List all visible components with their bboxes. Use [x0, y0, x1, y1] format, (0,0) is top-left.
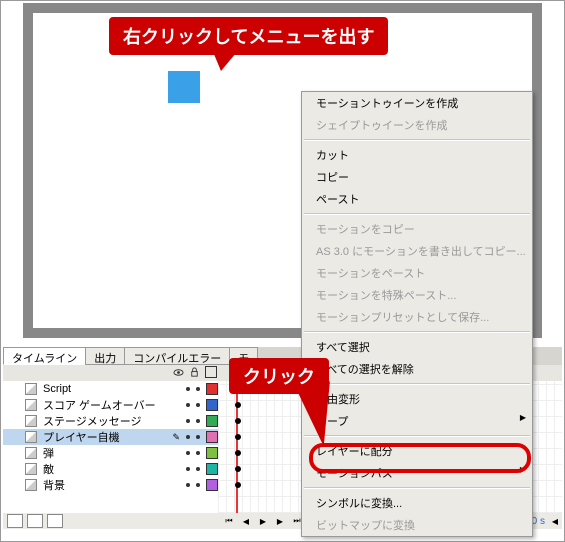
layer-row[interactable]: プレイヤー自機 ✎	[3, 429, 218, 445]
playhead[interactable]	[236, 381, 238, 513]
menu-item: モーションをペースト	[302, 262, 532, 284]
layer-name: 敵	[43, 461, 180, 477]
lock-dot[interactable]	[196, 435, 200, 439]
layer-icon	[25, 415, 37, 427]
menu-item: モーションを特殊ペースト...	[302, 284, 532, 306]
color-swatch[interactable]	[206, 399, 218, 411]
layer-icon	[25, 431, 37, 443]
layer-row[interactable]: スコア ゲームオーバー	[3, 397, 218, 413]
visibility-dot[interactable]	[186, 403, 190, 407]
tab-timeline[interactable]: タイムライン	[3, 347, 86, 365]
layer-name: ステージメッセージ	[43, 413, 180, 429]
visibility-dot[interactable]	[186, 419, 190, 423]
visibility-dot[interactable]	[186, 467, 190, 471]
visibility-dot[interactable]	[186, 435, 190, 439]
menu-item: AS 3.0 にモーションを書き出してコピー...	[302, 240, 532, 262]
layer-name: Script	[43, 383, 180, 395]
menu-item[interactable]: カット	[302, 144, 532, 166]
first-frame-button[interactable]: ⏮	[222, 515, 236, 527]
menu-separator	[304, 213, 530, 215]
annotation-callout-2: クリック	[229, 358, 329, 394]
annotation-callout-1: 右クリックしてメニューを出す	[109, 17, 388, 55]
menu-separator	[304, 487, 530, 489]
layer-row[interactable]: 背景	[3, 477, 218, 493]
new-folder-button[interactable]	[27, 514, 43, 528]
lock-dot[interactable]	[196, 483, 200, 487]
menu-item[interactable]: コピー	[302, 166, 532, 188]
color-swatch[interactable]	[206, 383, 218, 395]
layer-icon	[25, 399, 37, 411]
keyframe[interactable]	[235, 482, 241, 488]
lock-column-icon[interactable]	[189, 367, 200, 381]
layer-name: スコア ゲームオーバー	[43, 397, 180, 413]
layer-row[interactable]: ステージメッセージ	[3, 413, 218, 429]
layer-icon	[25, 479, 37, 491]
menu-item[interactable]: すべての選択を解除	[302, 358, 532, 380]
context-menu[interactable]: モーショントゥイーンを作成シェイプトゥイーンを作成カットコピーペーストモーション…	[301, 91, 533, 537]
outline-column-icon[interactable]	[205, 366, 217, 378]
layer-row[interactable]: Script	[3, 381, 218, 397]
menu-item[interactable]: すべて選択	[302, 336, 532, 358]
menu-separator	[304, 383, 530, 385]
selected-shape[interactable]	[168, 71, 200, 103]
lock-dot[interactable]	[196, 387, 200, 391]
play-button[interactable]: ▶	[256, 515, 270, 527]
layer-name: 弾	[43, 445, 180, 461]
layer-toolbar	[3, 513, 222, 529]
layer-row[interactable]: 敵	[3, 461, 218, 477]
visibility-dot[interactable]	[186, 387, 190, 391]
lock-dot[interactable]	[196, 467, 200, 471]
prev-frame-button[interactable]: ◀	[239, 515, 253, 527]
lock-dot[interactable]	[196, 403, 200, 407]
menu-item[interactable]: モーションパス	[302, 462, 532, 484]
lock-dot[interactable]	[196, 419, 200, 423]
menu-item: ビットマップに変換	[302, 514, 532, 536]
menu-item[interactable]: シンボルに変換...	[302, 492, 532, 514]
keyframe[interactable]	[235, 450, 241, 456]
color-swatch[interactable]	[206, 463, 218, 475]
tab-output[interactable]: 出力	[85, 347, 125, 365]
menu-item: モーションをコピー	[302, 218, 532, 240]
layers-panel: Script スコア ゲームオーバーステージメッセージプレイヤー自機 ✎ 弾敵背景	[3, 381, 219, 513]
menu-item[interactable]: モーショントゥイーンを作成	[302, 92, 532, 114]
layer-icon	[25, 447, 37, 459]
lock-dot[interactable]	[196, 451, 200, 455]
keyframe[interactable]	[235, 402, 241, 408]
pencil-icon: ✎	[172, 432, 180, 443]
visibility-dot[interactable]	[186, 483, 190, 487]
color-swatch[interactable]	[206, 447, 218, 459]
layer-row[interactable]: 弾	[3, 445, 218, 461]
keyframe[interactable]	[235, 434, 241, 440]
layer-name: プレイヤー自機	[43, 429, 166, 445]
menu-item[interactable]: レイヤーに配分	[302, 440, 532, 462]
next-frame-button[interactable]: ▶	[273, 515, 287, 527]
layer-name: 背景	[43, 477, 180, 493]
menu-item[interactable]: ペースト	[302, 188, 532, 210]
keyframe[interactable]	[235, 466, 241, 472]
annotation-tail-1	[211, 47, 241, 71]
layer-icon	[25, 463, 37, 475]
tab-compiler-errors[interactable]: コンパイルエラー	[124, 347, 230, 365]
color-swatch[interactable]	[206, 415, 218, 427]
menu-separator	[304, 139, 530, 141]
visibility-column-icon[interactable]	[173, 367, 184, 381]
visibility-dot[interactable]	[186, 451, 190, 455]
color-swatch[interactable]	[206, 431, 218, 443]
color-swatch[interactable]	[206, 479, 218, 491]
keyframe[interactable]	[235, 418, 241, 424]
menu-item: シェイプトゥイーンを作成	[302, 114, 532, 136]
new-layer-button[interactable]	[7, 514, 23, 528]
layer-icon	[25, 383, 37, 395]
menu-separator	[304, 331, 530, 333]
delete-layer-button[interactable]	[47, 514, 63, 528]
menu-item: モーションプリセットとして保存...	[302, 306, 532, 328]
scroll-left-button[interactable]: ◀	[548, 515, 562, 527]
